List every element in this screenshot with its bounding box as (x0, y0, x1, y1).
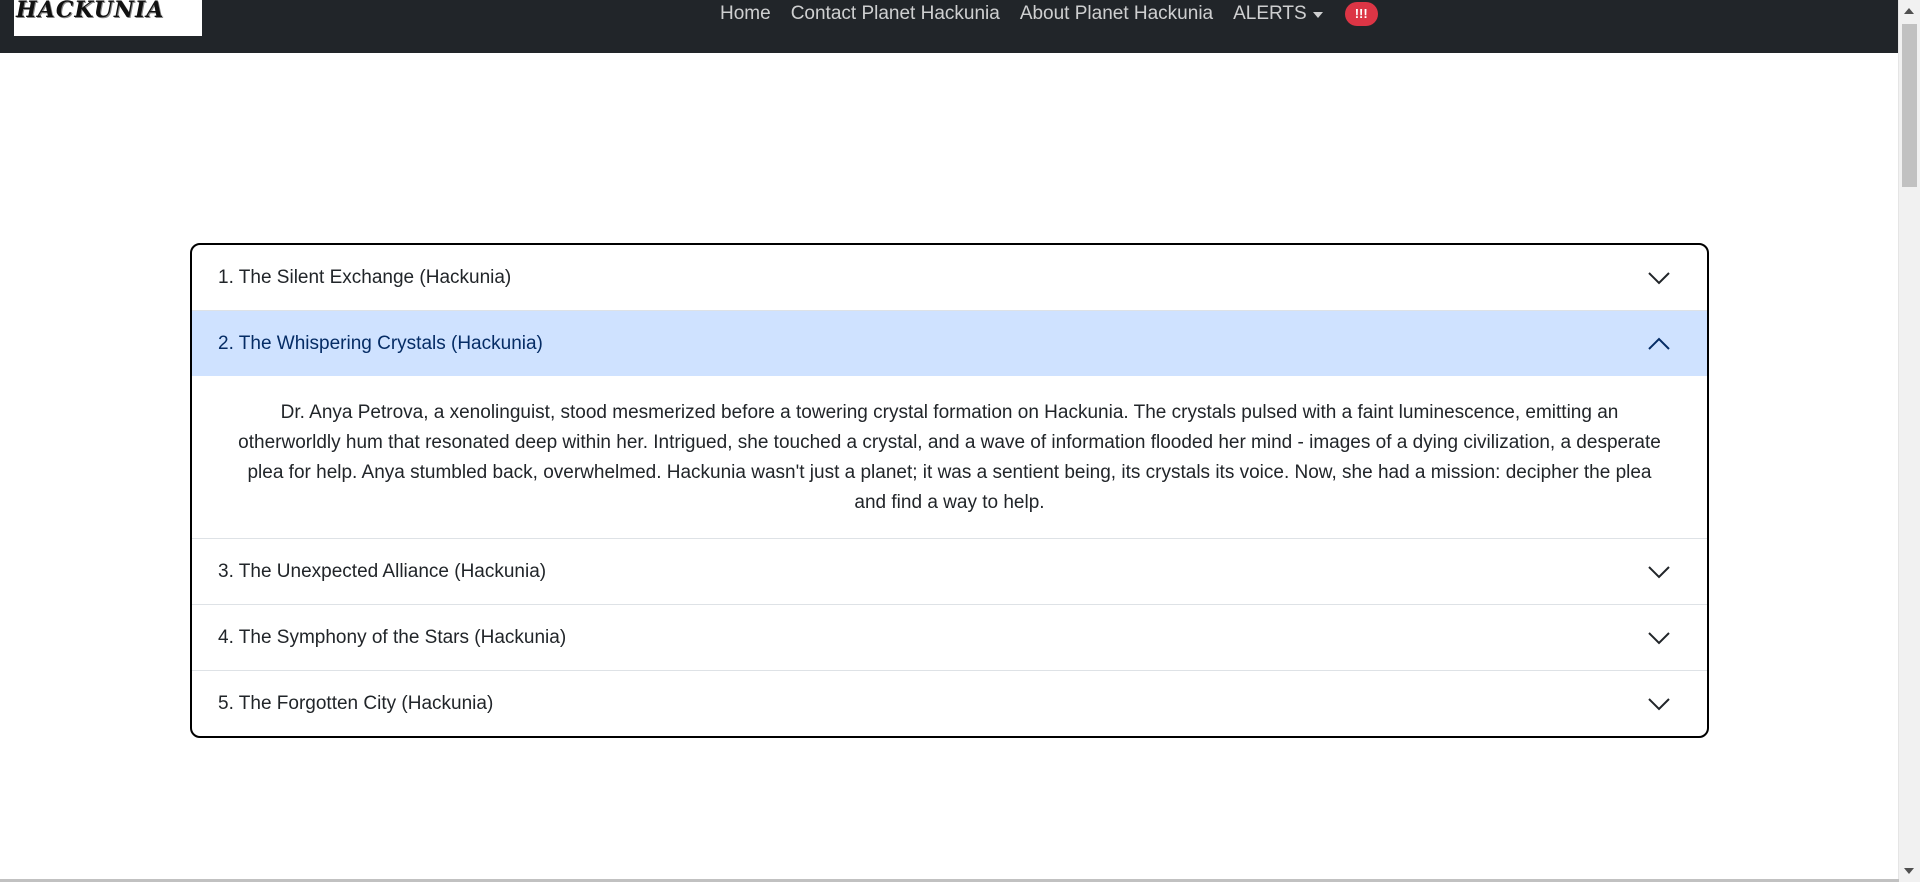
scrollbar-thumb[interactable] (1902, 24, 1917, 187)
accordion-title: 2. The Whispering Crystals (Hackunia) (218, 332, 543, 354)
page: HACKUNIA Home Contact Planet Hackunia Ab… (0, 0, 1920, 882)
brand-logo-text: HACKUNIA (16, 0, 165, 23)
accordion-title: 1. The Silent Exchange (Hackunia) (218, 266, 512, 288)
nav-links: Home Contact Planet Hackunia About Plane… (720, 0, 1378, 28)
accordion-item: 1. The Silent Exchange (Hackunia) (192, 245, 1707, 311)
nav-link-about[interactable]: About Planet Hackunia (1020, 3, 1213, 25)
nav-link-contact[interactable]: Contact Planet Hackunia (791, 3, 1000, 25)
stories-accordion: 1. The Silent Exchange (Hackunia) 2. The… (190, 243, 1709, 738)
accordion-body: Dr. Anya Petrova, a xenolinguist, stood … (192, 376, 1707, 539)
scroll-down-arrow-icon[interactable] (1904, 868, 1914, 874)
accordion-header-1[interactable]: 1. The Silent Exchange (Hackunia) (192, 245, 1707, 311)
top-navbar: HACKUNIA Home Contact Planet Hackunia Ab… (0, 0, 1899, 53)
vertical-scrollbar[interactable] (1898, 0, 1920, 882)
accordion-header-2[interactable]: 2. The Whispering Crystals (Hackunia) (192, 311, 1707, 376)
chevron-down-icon (1648, 631, 1670, 644)
accordion-item: 2. The Whispering Crystals (Hackunia) Dr… (192, 311, 1707, 539)
nav-link-home[interactable]: Home (720, 3, 771, 25)
caret-down-icon (1312, 12, 1323, 18)
accordion-header-3[interactable]: 3. The Unexpected Alliance (Hackunia) (192, 539, 1707, 605)
accordion-header-5[interactable]: 5. The Forgotten City (Hackunia) (192, 671, 1707, 736)
chevron-up-icon (1648, 337, 1670, 350)
chevron-down-icon (1648, 271, 1670, 284)
alerts-label: ALERTS (1233, 3, 1307, 24)
accordion-header-4[interactable]: 4. The Symphony of the Stars (Hackunia) (192, 605, 1707, 671)
accordion-item: 3. The Unexpected Alliance (Hackunia) (192, 539, 1707, 605)
brand-logo[interactable]: HACKUNIA (14, 0, 202, 36)
alerts-dropdown[interactable]: ALERTS (1233, 3, 1323, 25)
accordion-title: 3. The Unexpected Alliance (Hackunia) (218, 560, 547, 582)
accordion-title: 5. The Forgotten City (Hackunia) (218, 692, 494, 714)
accordion-item: 4. The Symphony of the Stars (Hackunia) (192, 605, 1707, 671)
scroll-up-arrow-icon[interactable] (1904, 8, 1914, 14)
accordion-title: 4. The Symphony of the Stars (Hackunia) (218, 626, 567, 648)
accordion-item: 5. The Forgotten City (Hackunia) (192, 671, 1707, 736)
chevron-down-icon (1648, 565, 1670, 578)
alerts-badge: !!! (1344, 2, 1378, 26)
chevron-down-icon (1648, 697, 1670, 710)
